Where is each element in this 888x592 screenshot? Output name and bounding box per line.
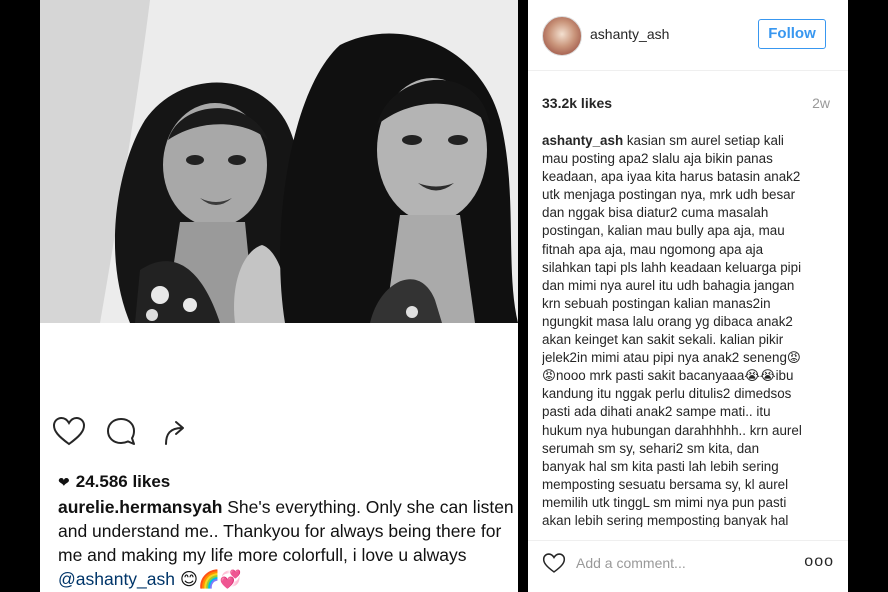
comment-text: kasian sm aurel setiap kali mau posting … [542,133,802,527]
post-caption: aurelie.hermansyah She's everything. Onl… [58,495,528,591]
header-username[interactable]: ashanty_ash [590,26,669,42]
caption-username[interactable]: aurelie.hermansyah [58,497,222,517]
add-comment-input[interactable] [576,553,796,573]
follow-button[interactable]: Follow [758,19,826,49]
likes-row: 33.2k likes 2w [542,95,830,113]
sidebar-likes-count[interactable]: 33.2k likes [542,95,612,111]
heart-filled-icon: ❤ [58,474,70,490]
post-actions [40,405,518,453]
post-likes-count: ❤ 24.586 likes [58,472,170,492]
more-options-icon[interactable]: ooo [804,553,834,571]
post-sidebar: ashanty_ash Follow 33.2k likes 2w ashant… [528,0,848,592]
comment-username[interactable]: ashanty_ash [542,133,623,148]
avatar[interactable] [542,16,582,56]
divider [528,540,848,541]
heart-outline-icon[interactable] [52,415,86,449]
share-arrow-icon[interactable] [158,415,192,449]
add-comment-row: ooo [542,550,834,576]
like-heart-icon[interactable] [542,552,566,574]
post-photo[interactable] [40,0,518,323]
photo-illustration [40,0,518,323]
caption-mention-link[interactable]: @ashanty_ash [58,569,175,589]
likes-text: 24.586 likes [75,472,171,491]
sidebar-header: ashanty_ash Follow [528,0,848,71]
comment-bubble-icon[interactable] [104,415,138,449]
post-age[interactable]: 2w [812,95,830,111]
caption-emojis: 😊🌈💞 [175,569,242,589]
post-left: ❤ 24.586 likes aurelie.hermansyah She's e… [40,0,518,592]
owner-comment: ashanty_ash kasian sm aurel setiap kali … [542,132,830,527]
